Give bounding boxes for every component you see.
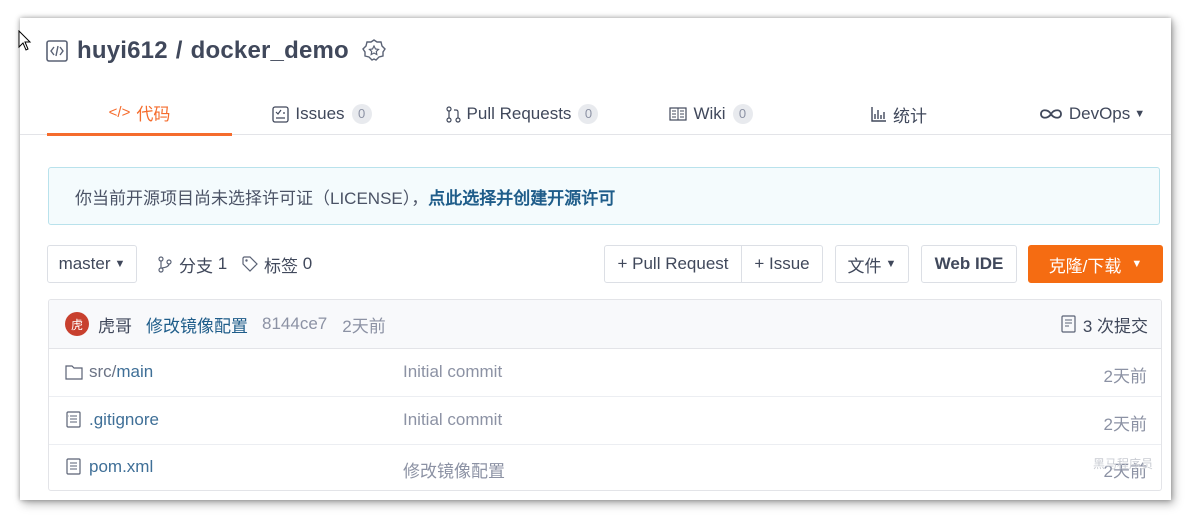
repo-title: huyi612 / docker_demo [77,37,349,65]
branches-link[interactable]: 分支 1 [157,245,227,283]
issues-count-badge: 0 [351,104,372,124]
chevron-down-icon: ▼ [114,258,126,270]
folder-icon [65,365,83,380]
commits-icon [1061,315,1076,333]
branches-count: 1 [217,254,228,273]
repo-tabs: </> 代码 Issues 0 Pull Requests 0 Wiki 0 统… [47,92,1171,136]
tags-count: 0 [302,254,313,273]
tab-wiki-label: Wiki [693,104,726,123]
file-name-link[interactable]: pom.xml [89,457,153,477]
tab-issues[interactable]: Issues 0 [267,92,377,136]
wiki-icon [669,107,688,121]
branch-icon [157,255,173,273]
chevron-down-icon: ▼ [1134,108,1146,120]
file-table: 虎 虎哥 修改镜像配置 8144ce7 2天前 3 次提交 src/main I… [48,299,1162,491]
code-icon: </> [108,104,131,121]
infinity-icon [1039,107,1063,121]
tab-issues-label: Issues [295,104,345,123]
file-icon [66,458,81,475]
commit-message-link[interactable]: 修改镜像配置 [146,312,248,337]
commit-time: 2天前 [342,316,386,336]
branches-label: 分支 [179,256,213,276]
tab-devops-label: DevOps [1068,104,1131,123]
tab-devops[interactable]: DevOps ▼ [1027,92,1157,136]
tags-label: 标签 [264,256,298,276]
watermark: 黑马程序员 [1092,457,1153,471]
repo-separator: / [175,37,183,64]
wiki-count-badge: 0 [732,104,753,124]
file-commit-message[interactable]: Initial commit [403,410,502,430]
branch-select-label: master [58,254,111,273]
tab-stats[interactable]: 统计 [859,92,939,136]
repo-page: huyi612 / docker_demo </> 代码 Issues 0 Pull… [20,18,1171,500]
files-dropdown[interactable]: 文件 ▼ [835,245,909,283]
new-pull-request-button[interactable]: + Pull Request [604,245,742,283]
license-banner: 你当前开源项目尚未选择许可证（LICENSE）， 点此选择并创建开源许可 [48,167,1160,225]
new-issue-button[interactable]: + Issue [741,245,823,283]
tags-link[interactable]: 标签 0 [242,245,312,283]
new-issue-label: + Issue [754,254,810,273]
repo-code-icon [46,40,68,62]
web-ide-button[interactable]: Web IDE [921,245,1017,283]
commit-count-label: 3 次提交 [1082,316,1148,336]
files-dropdown-label: 文件 [847,256,882,276]
clone-download-button[interactable]: 克隆/下载 ▼ [1028,245,1163,283]
repo-name-link[interactable]: docker_demo [191,37,349,64]
new-pull-request-label: + Pull Request [617,254,729,273]
pull-request-icon [445,105,461,123]
latest-commit-row: 虎 虎哥 修改镜像配置 8144ce7 2天前 3 次提交 [49,300,1161,349]
commit-author[interactable]: 虎哥 [98,312,132,337]
repo-header: huyi612 / docker_demo [46,36,387,66]
file-commit-message[interactable]: 修改镜像配置 [403,457,505,482]
mouse-cursor-icon [18,30,32,51]
pull-requests-count-badge: 0 [578,104,599,124]
clone-download-label: 克隆/下载 [1048,256,1122,276]
table-row[interactable]: src/main Initial commit 2天前 [49,349,1161,397]
tab-pull-requests-label: Pull Requests [466,104,572,123]
avatar[interactable]: 虎 [65,312,89,336]
file-commit-time: 2天前 [1103,367,1147,386]
folder-prefix: src/ [89,362,117,381]
tab-stats-label: 统计 [893,106,927,126]
file-name-link[interactable]: src/main [89,362,153,382]
tab-code[interactable]: </> 代码 [47,92,232,136]
tag-icon [242,256,258,272]
issues-icon [272,105,290,123]
chevron-down-icon: ▼ [885,258,897,270]
license-banner-text: 你当前开源项目尚未选择许可证（LICENSE）， [75,188,429,208]
commit-count-link[interactable]: 3 次提交 [1061,312,1148,337]
file-commit-message[interactable]: Initial commit [403,362,502,382]
web-ide-label: Web IDE [934,254,1004,273]
tab-pull-requests[interactable]: Pull Requests 0 [437,92,607,136]
commit-hash[interactable]: 8144ce7 [262,314,327,334]
table-row[interactable]: pom.xml 修改镜像配置 2天前 [49,444,1161,490]
branch-select[interactable]: master ▼ [47,245,137,283]
stats-icon [871,106,887,122]
recommended-badge-icon[interactable] [361,38,387,64]
tab-code-label: 代码 [136,105,171,124]
tab-wiki[interactable]: Wiki 0 [663,92,759,136]
create-license-link[interactable]: 点此选择并创建开源许可 [428,184,615,209]
chevron-down-icon: ▼ [1131,258,1143,270]
file-name-link[interactable]: .gitignore [89,410,159,430]
repo-owner-link[interactable]: huyi612 [77,37,168,64]
folder-name: main [116,362,154,381]
file-commit-time: 2天前 [1103,415,1147,434]
file-icon [66,411,81,428]
table-row[interactable]: .gitignore Initial commit 2天前 [49,397,1161,445]
